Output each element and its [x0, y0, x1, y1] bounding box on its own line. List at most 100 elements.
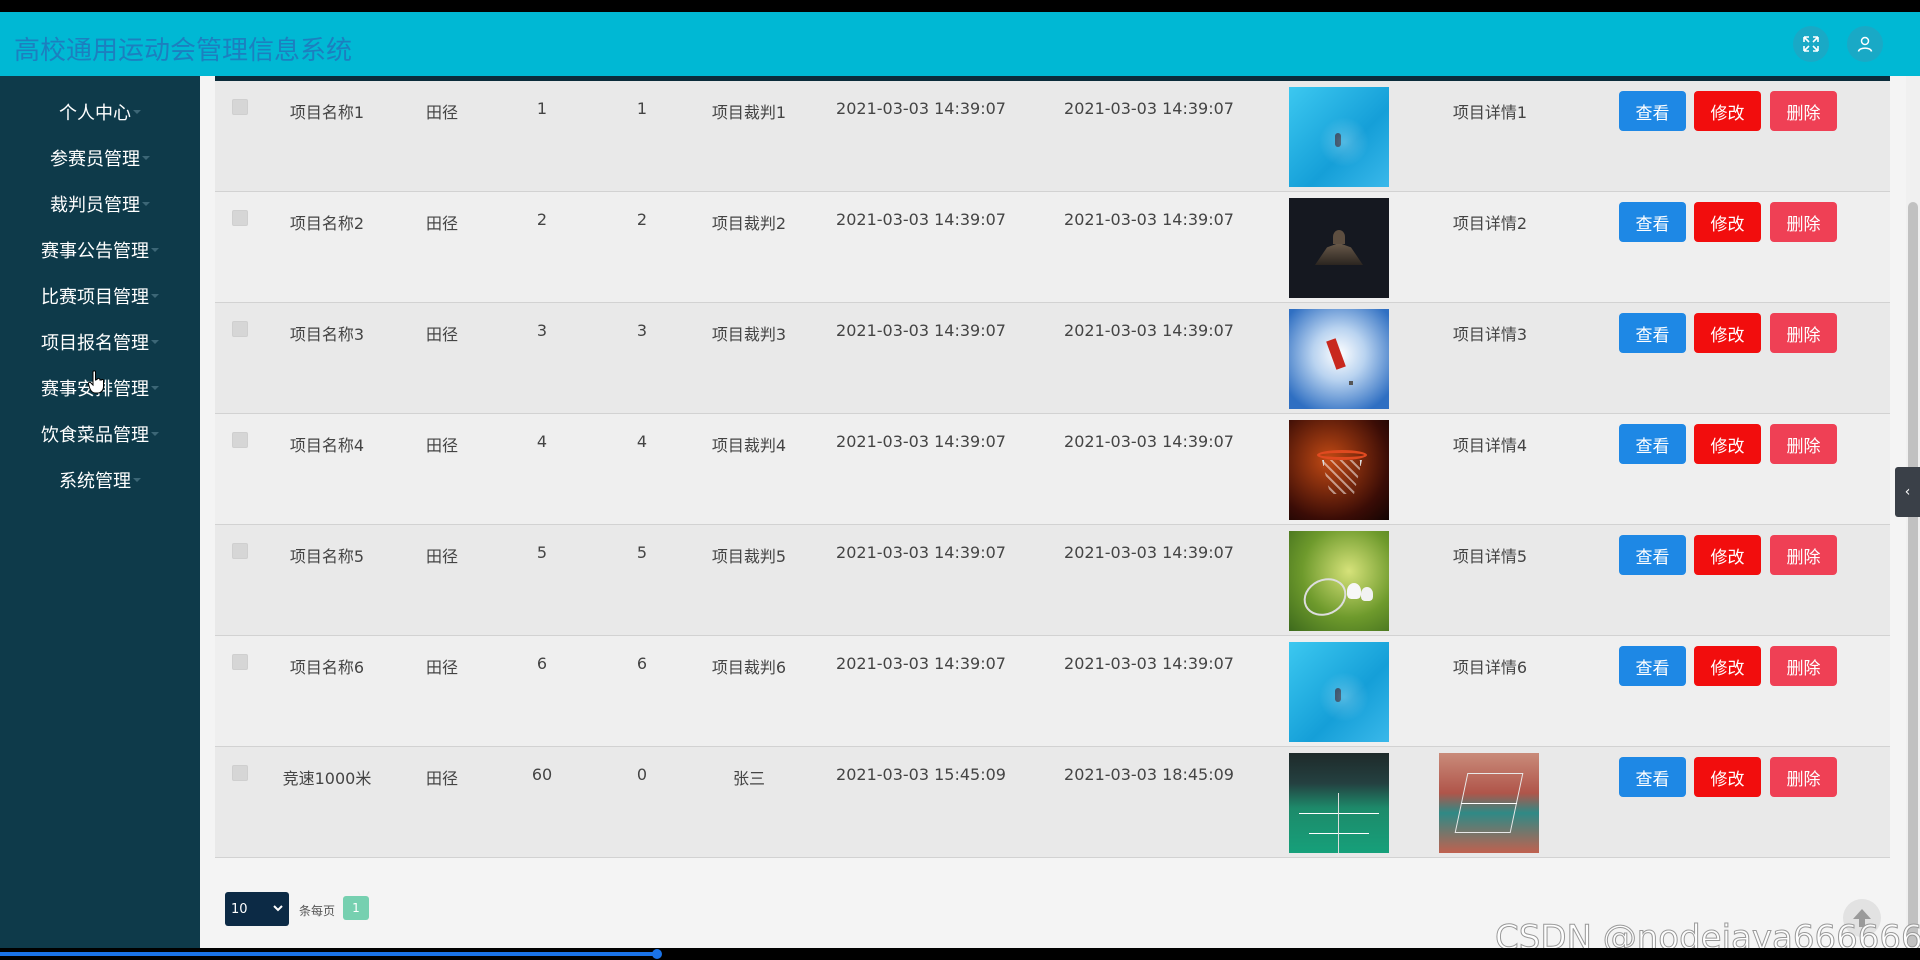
edit-button[interactable]: 修改	[1694, 313, 1761, 353]
edit-button[interactable]: 修改	[1694, 646, 1761, 686]
sidebar-item-label: 参赛员管理	[50, 149, 140, 170]
page-number-button[interactable]: 1	[343, 896, 369, 920]
cell-detail: 项目详情4	[1452, 436, 1528, 455]
app-window: 高校通用运动会管理信息系统 个人中心 参赛员管理 裁判员管理 赛事公告管理 比赛…	[0, 12, 1920, 948]
delete-button[interactable]: 删除	[1770, 202, 1837, 242]
fullscreen-icon[interactable]	[1793, 26, 1829, 62]
cell-start-time: 2021-03-03 14:39:07	[836, 432, 1006, 451]
table-row: 项目名称3 田径 3 3 项目裁判3 2021-03-03 14:39:07 2021-03…	[215, 303, 1890, 414]
watermark-text: CSDN @nodejava666666	[1495, 918, 1920, 949]
chevron-down-icon	[151, 248, 159, 252]
cell-start-time: 2021-03-03 14:39:07	[836, 99, 1006, 118]
edit-button[interactable]: 修改	[1694, 424, 1761, 464]
badminton-hall-photo	[1289, 753, 1389, 853]
outdoor-court-photo	[1439, 753, 1539, 853]
chevron-down-icon	[142, 156, 150, 160]
delete-button[interactable]: 删除	[1770, 91, 1837, 131]
table-row: 项目名称1 田径 1 1 项目裁判1 2021-03-03 14:39:07 2021-03…	[215, 81, 1890, 192]
delete-button[interactable]: 删除	[1770, 424, 1837, 464]
chevron-down-icon	[133, 478, 141, 482]
table-row: 项目名称6 田径 6 6 项目裁判6 2021-03-03 14:39:07 2021-03…	[215, 636, 1890, 747]
cell-end-time: 2021-03-03 14:39:07	[1064, 654, 1234, 673]
video-progress-bar[interactable]	[0, 952, 658, 956]
sidebar-item-system[interactable]: 系统管理	[0, 460, 200, 500]
view-button[interactable]: 查看	[1619, 424, 1686, 464]
delete-button[interactable]: 删除	[1770, 757, 1837, 797]
sidebar-item-referees[interactable]: 裁判员管理	[0, 184, 200, 224]
chevron-down-icon	[273, 905, 283, 912]
cell-end-time: 2021-03-03 18:45:09	[1064, 765, 1234, 784]
edit-button[interactable]: 修改	[1694, 757, 1761, 797]
cell-detail: 项目详情6	[1452, 658, 1528, 677]
cell-referee: 张三	[732, 769, 765, 788]
delete-button[interactable]: 删除	[1770, 313, 1837, 353]
scrollbar-thumb[interactable]	[1908, 202, 1918, 947]
cell-detail: 项目详情5	[1452, 547, 1528, 566]
edit-button[interactable]: 修改	[1694, 202, 1761, 242]
app-title: 高校通用运动会管理信息系统	[14, 36, 353, 66]
chevron-down-icon	[133, 110, 141, 114]
cell-referee: 项目裁判5	[711, 547, 787, 566]
view-button[interactable]: 查看	[1619, 91, 1686, 131]
delete-button[interactable]: 删除	[1770, 535, 1837, 575]
cell-referee: 项目裁判6	[711, 658, 787, 677]
chevron-down-icon	[151, 340, 159, 344]
cell-detail: 项目详情1	[1452, 103, 1528, 122]
delete-button[interactable]: 删除	[1770, 646, 1837, 686]
sidebar-item-events[interactable]: 比赛项目管理	[0, 276, 200, 316]
sidebar-item-label: 比赛项目管理	[41, 287, 149, 308]
sidebar-item-label: 项目报名管理	[41, 333, 149, 354]
user-icon[interactable]	[1847, 26, 1883, 62]
view-button[interactable]: 查看	[1619, 535, 1686, 575]
table-row: 项目名称2 田径 2 2 项目裁判2 2021-03-03 14:39:07 2021-03…	[215, 192, 1890, 303]
hand-cursor-icon	[88, 370, 104, 394]
cell-end-time: 2021-03-03 14:39:07	[1064, 99, 1234, 118]
cell-start-time: 2021-03-03 15:45:09	[836, 765, 1006, 784]
edit-button[interactable]: 修改	[1694, 535, 1761, 575]
sidebar-item-registrations[interactable]: 项目报名管理	[0, 322, 200, 362]
sidebar-item-meals[interactable]: 饮食菜品管理	[0, 414, 200, 454]
sidebar-item-label: 个人中心	[59, 103, 131, 124]
table-row: 项目名称5 田径 5 5 项目裁判5 2021-03-03 14:39:07 2021-03…	[215, 525, 1890, 636]
sidebar-item-announcements[interactable]: 赛事公告管理	[0, 230, 200, 270]
dark-statue-photo	[1289, 198, 1389, 298]
swimming-pool-photo	[1289, 642, 1389, 742]
cell-end-time: 2021-03-03 14:39:07	[1064, 543, 1234, 562]
chevron-down-icon	[151, 432, 159, 436]
badminton-photo	[1289, 531, 1389, 631]
sidebar-item-personal-center[interactable]: 个人中心	[0, 92, 200, 132]
cell-start-time: 2021-03-03 14:39:07	[836, 654, 1006, 673]
view-button[interactable]: 查看	[1619, 313, 1686, 353]
swimming-pool-photo	[1289, 87, 1389, 187]
sidebar-item-label: 系统管理	[59, 471, 131, 492]
cell-end-time: 2021-03-03 14:39:07	[1064, 432, 1234, 451]
chevron-down-icon	[151, 386, 159, 390]
chevron-down-icon	[151, 294, 159, 298]
video-progress-handle[interactable]	[652, 949, 662, 959]
cell-referee: 项目裁判3	[711, 325, 787, 344]
sidebar-item-athletes[interactable]: 参赛员管理	[0, 138, 200, 178]
edit-button[interactable]: 修改	[1694, 91, 1761, 131]
cell-start-time: 2021-03-03 14:39:07	[836, 543, 1006, 562]
skydiver-photo	[1289, 309, 1389, 409]
table-row: 项目名称4 田径 4 4 项目裁判4 2021-03-03 14:39:07 2021-03…	[215, 414, 1890, 525]
top-header: 高校通用运动会管理信息系统	[0, 12, 1920, 76]
sidebar-item-label: 饮食菜品管理	[41, 425, 149, 446]
collapse-panel-icon[interactable]: ‹	[1895, 467, 1920, 517]
cell-start-time: 2021-03-03 14:39:07	[836, 210, 1006, 229]
table-row: 竞速1000米 田径 60 0 张三 2021-03-03 15:45:09 2021-03…	[215, 747, 1890, 858]
per-page-label: 条每页	[299, 904, 336, 918]
sidebar-item-label: 赛事公告管理	[41, 241, 149, 262]
page-size-select[interactable]: 10	[225, 892, 289, 926]
cell-detail: 项目详情3	[1452, 325, 1528, 344]
cell-start-time: 2021-03-03 14:39:07	[836, 321, 1006, 340]
view-button[interactable]: 查看	[1619, 646, 1686, 686]
view-button[interactable]: 查看	[1619, 757, 1686, 797]
cell-referee: 项目裁判2	[711, 214, 787, 233]
cell-end-time: 2021-03-03 14:39:07	[1064, 321, 1234, 340]
basketball-hoop-photo	[1289, 420, 1389, 520]
sidebar-item-label: 裁判员管理	[50, 195, 140, 216]
view-button[interactable]: 查看	[1619, 202, 1686, 242]
page-size-value: 10	[231, 901, 248, 917]
chevron-down-icon	[142, 202, 150, 206]
